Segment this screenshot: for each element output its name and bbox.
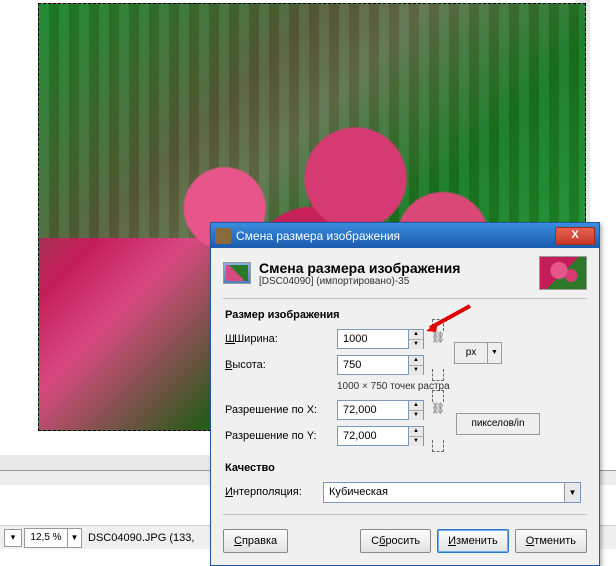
size-chain-link[interactable]: ⛓: [428, 327, 448, 373]
height-input[interactable]: 750: [337, 355, 409, 375]
height-label: Высота:: [225, 359, 337, 371]
dropdown-arrow-icon: ▼: [564, 483, 580, 502]
chain-icon: ⛓: [431, 331, 445, 344]
title-bar[interactable]: Смена размера изображения X: [211, 223, 599, 248]
resx-input[interactable]: 72,000: [337, 400, 409, 420]
height-spinner[interactable]: ▲▼: [409, 355, 424, 375]
separator: [223, 298, 587, 299]
image-thumbnail: [539, 256, 587, 290]
res-unit-button[interactable]: пикселов/in: [456, 413, 540, 435]
raster-hint: 1000 × 750 точек растра: [225, 381, 585, 392]
chain-icon: ⛓: [431, 402, 445, 415]
width-input[interactable]: 1000: [337, 329, 409, 349]
size-unit-dropdown[interactable]: px ▼: [454, 342, 502, 364]
header-title: Смена размера изображения: [259, 260, 460, 276]
interp-label: Интерполяция:: [225, 486, 323, 498]
width-spinner[interactable]: ▲▼: [409, 329, 424, 349]
size-section-title: Размер изображения: [225, 309, 585, 321]
statusbar-dropdown-1[interactable]: ▾: [4, 529, 22, 547]
dialog-header: Смена размера изображения [DSC04090] (им…: [211, 248, 599, 294]
close-button[interactable]: X: [555, 227, 595, 245]
dropdown-arrow-icon: ▼: [487, 343, 501, 363]
separator: [223, 514, 587, 515]
zoom-dropdown-arrow[interactable]: ▼: [67, 529, 81, 547]
resx-label: Разрешение по X:: [225, 404, 337, 416]
res-chain-link[interactable]: ⛓: [428, 398, 448, 444]
header-subtitle: [DSC04090] (импортировано)-35: [259, 276, 460, 287]
interp-combobox[interactable]: Кубическая ▼: [323, 482, 581, 503]
resy-input[interactable]: 72,000: [337, 426, 409, 446]
resx-spinner[interactable]: ▲▼: [409, 400, 424, 420]
button-bar: Справка Сбросить Изменить Отменить: [211, 519, 599, 565]
window-title: Смена размера изображения: [236, 229, 555, 243]
resy-spinner[interactable]: ▲▼: [409, 426, 424, 446]
size-section: Размер изображения ШШирина: 1000 ▲▼ Высо…: [211, 303, 599, 456]
quality-section: Качество Интерполяция: Кубическая ▼: [211, 456, 599, 510]
zoom-level-box[interactable]: 12,5 % ▼: [24, 528, 82, 548]
resize-icon: [223, 262, 251, 284]
cancel-button[interactable]: Отменить: [515, 529, 587, 553]
zoom-value: 12,5 %: [25, 529, 67, 547]
help-button[interactable]: Справка: [223, 529, 288, 553]
size-unit-value: px: [455, 343, 487, 363]
resize-dialog: Смена размера изображения X Смена размер…: [210, 222, 600, 566]
resy-label: Разрешение по Y:: [225, 430, 337, 442]
interp-value: Кубическая: [324, 483, 564, 502]
file-info-label: DSC04090.JPG (133,: [88, 532, 194, 544]
apply-button[interactable]: Изменить: [437, 529, 509, 553]
app-icon: [215, 228, 231, 244]
reset-button[interactable]: Сбросить: [360, 529, 431, 553]
quality-section-title: Качество: [225, 462, 585, 474]
width-label: ШШирина:: [225, 333, 337, 345]
